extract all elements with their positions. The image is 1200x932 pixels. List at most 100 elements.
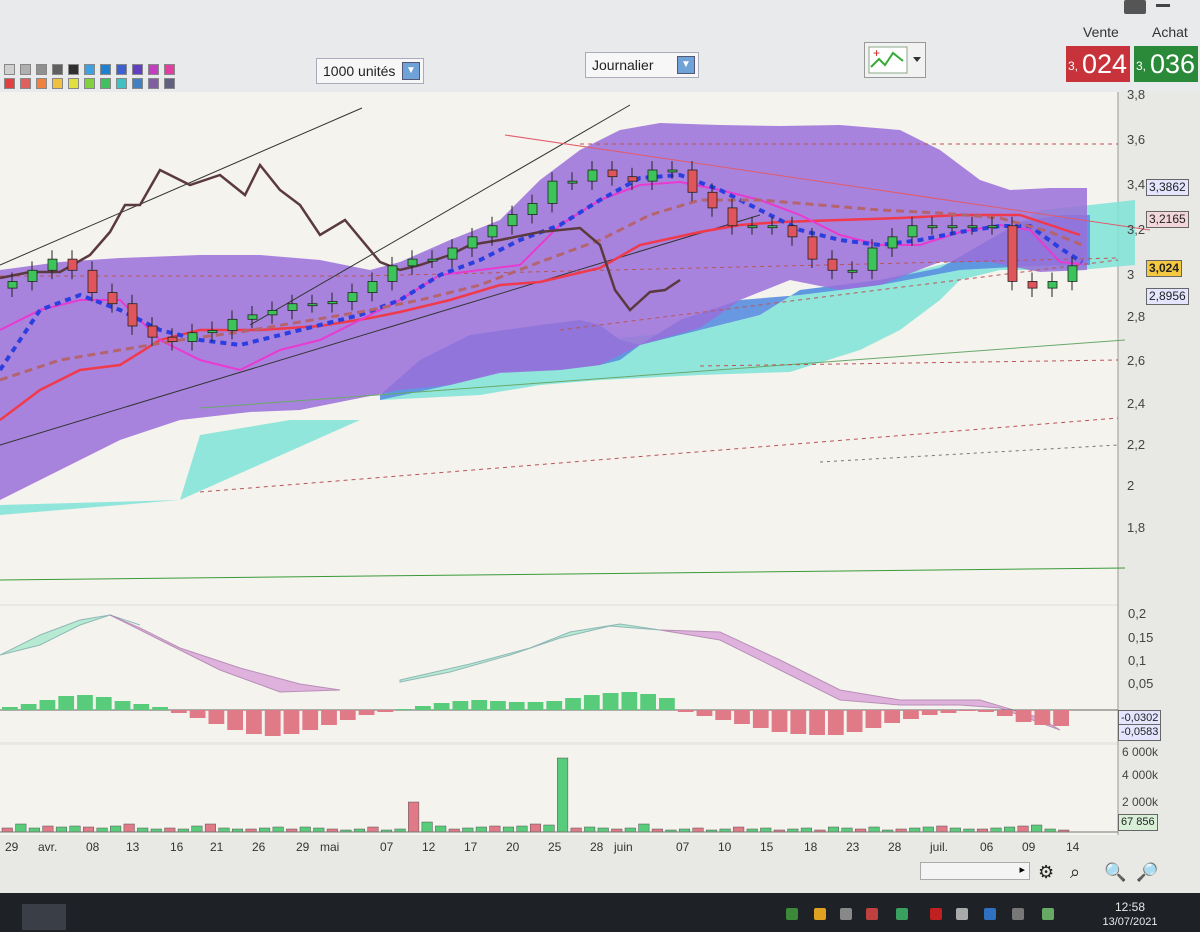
candle[interactable] [347,292,358,302]
candle[interactable] [307,303,318,307]
candle[interactable] [907,225,918,238]
candle[interactable] [287,303,298,311]
candle[interactable] [707,191,718,209]
macd-bar [95,697,112,710]
indicator-settings-icon[interactable]: ⚙ [1038,862,1054,883]
macd-bar [20,704,37,710]
candle[interactable] [487,225,498,238]
candle[interactable] [827,258,838,271]
tray-icon[interactable] [930,908,942,920]
candle[interactable] [27,269,38,282]
candle[interactable] [1007,225,1018,282]
candle[interactable] [687,169,698,193]
candle[interactable] [107,292,118,305]
candle[interactable] [1027,281,1038,289]
candle[interactable] [1067,265,1078,282]
candle[interactable] [387,265,398,282]
candle[interactable] [87,269,98,293]
candle[interactable] [127,303,138,327]
candle[interactable] [967,225,978,229]
tray-icon[interactable] [896,908,908,920]
candle[interactable] [47,258,58,271]
macd-bar [1034,710,1051,725]
candle[interactable] [407,258,418,267]
candle[interactable] [327,301,338,305]
volume-icon[interactable] [840,908,852,920]
price-tick: 2 [1127,478,1135,493]
candle[interactable] [147,325,158,338]
candle[interactable] [667,169,678,173]
candle[interactable] [647,169,658,182]
taskbar-app-icon[interactable] [22,904,66,930]
tray-icon[interactable] [984,908,996,920]
date-label: juin [614,840,633,854]
candle[interactable] [1047,281,1058,289]
macd-bar [2,707,18,710]
volume-bar [83,826,95,833]
tray-icon[interactable] [814,908,826,920]
candle[interactable] [947,225,958,229]
candle[interactable] [887,236,898,249]
candle[interactable] [587,169,598,182]
candle[interactable] [847,269,858,273]
candle[interactable] [747,225,758,229]
price-chart[interactable] [0,0,1200,893]
candle[interactable] [807,236,818,260]
volume-bar [800,827,812,833]
macd-bar [790,710,807,734]
tray-icon[interactable] [866,908,878,920]
macd-bar [133,704,150,710]
candle[interactable] [227,318,238,331]
macd-bar [302,710,319,730]
candle[interactable] [207,330,218,334]
candle[interactable] [567,180,578,184]
volume-bar [543,824,555,833]
candle[interactable] [7,281,18,289]
date-label: 15 [760,840,774,854]
macd-bar [170,710,187,713]
date-label: 09 [1022,840,1036,854]
macd-bar [321,710,337,725]
tray-icon[interactable] [956,908,968,920]
candle[interactable] [767,225,778,229]
volume-bar [990,827,1002,833]
candle[interactable] [627,176,638,182]
tray-icon[interactable] [1042,908,1054,920]
tray-icon[interactable] [786,908,798,920]
candle[interactable] [427,258,438,262]
candle[interactable] [167,336,178,342]
candle[interactable] [527,203,538,215]
candle[interactable] [187,332,198,342]
macd-bar [358,710,375,715]
macd-bar [734,710,750,724]
volume-bar [1031,824,1043,833]
candle[interactable] [447,247,458,260]
candle[interactable] [67,258,78,271]
date-label: 14 [1066,840,1080,854]
volume-bar [408,801,420,833]
candle[interactable] [607,169,618,178]
candle[interactable] [507,214,518,227]
candle[interactable] [727,207,738,227]
candle[interactable] [467,236,478,249]
candle[interactable] [927,225,938,229]
zoom-in-icon[interactable]: 🔎 [1136,862,1158,883]
horizontal-scrollbar[interactable]: ▸ [920,862,1030,880]
candle[interactable] [547,180,558,204]
zoom-out-icon[interactable]: 🔍 [1104,862,1126,883]
candle[interactable] [787,225,798,238]
candle[interactable] [987,225,998,229]
macd-bar [433,703,450,710]
candle[interactable] [267,309,278,316]
macd-bar [996,710,1013,716]
price-tag: 3,2165 [1146,211,1189,228]
scroll-right-icon[interactable]: ▸ [1019,863,1025,876]
candle[interactable] [867,247,878,271]
volume-bar [123,823,135,833]
macd-bar [696,710,713,716]
zoom-fit-icon[interactable]: ⌕ [1070,862,1080,883]
candle[interactable] [367,281,378,293]
candle[interactable] [247,314,258,320]
macd-bar [377,710,394,712]
tray-icon[interactable] [1012,908,1024,920]
